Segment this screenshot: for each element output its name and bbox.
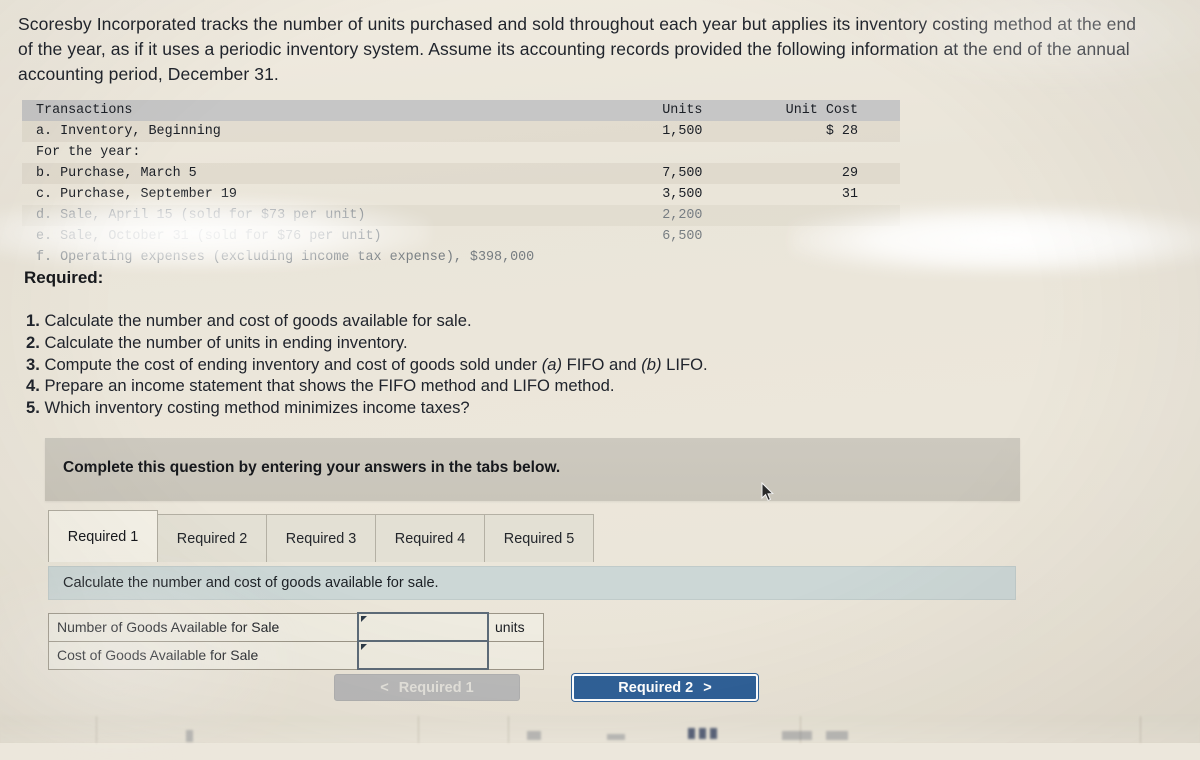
transaction-unit-cost	[750, 247, 900, 268]
table-row: For the year:	[22, 142, 900, 163]
answer-row: Number of Goods Available for Sale units	[48, 612, 544, 642]
answer-table: Number of Goods Available for Sale units C…	[48, 612, 544, 670]
transaction-units	[615, 247, 751, 268]
requirement-tabs: Required 1 Required 2 Required 3 Required 4…	[48, 510, 594, 562]
answer-row-unit: units	[487, 612, 544, 642]
tab-label: Required 3	[285, 530, 357, 547]
tab-required-5[interactable]: Required 5	[484, 514, 594, 562]
tab-label: Required 2	[176, 530, 248, 547]
answer-subheader-text: Calculate the number and cost of goods a…	[63, 575, 439, 591]
required-item-text: Calculate the number of units in ending …	[44, 332, 408, 352]
tab-label: Required 4	[394, 530, 466, 547]
required-item-number: 3.	[26, 354, 40, 374]
required-item: 5. Which inventory costing method minimi…	[26, 397, 806, 419]
previous-requirement-label: Required 1	[398, 679, 474, 696]
required-item: 2. Calculate the number of units in endi…	[26, 332, 806, 354]
table-row: d. Sale, April 15 (sold for $73 per unit…	[22, 205, 900, 226]
answer-input-2[interactable]	[357, 640, 489, 670]
problem-statement: Scoresby Incorporated tracks the number …	[18, 14, 1137, 84]
required-item-number: 2.	[26, 332, 40, 352]
transaction-units: 1,500	[614, 121, 751, 142]
table-row: b. Purchase, March 5 7,500 29	[22, 163, 900, 184]
required-item-number: 5.	[26, 398, 40, 418]
table-row: c. Purchase, September 19 3,500 31	[22, 184, 900, 205]
answer-row-unit	[487, 640, 544, 670]
transaction-label: a. Inventory, Beginning	[22, 121, 615, 142]
transaction-label: For the year:	[36, 145, 141, 160]
tab-required-1[interactable]: Required 1	[48, 510, 158, 562]
transaction-label: f. Operating expenses (excluding income …	[36, 250, 535, 265]
column-header-units: Units	[614, 100, 751, 121]
tab-required-3[interactable]: Required 3	[266, 514, 376, 562]
transaction-unit-cost: 29	[750, 163, 900, 184]
transactions-table: Transactions Units Unit Cost a. Inventor…	[22, 100, 900, 268]
required-list: 1. Calculate the number and cost of good…	[26, 310, 806, 419]
navigation-buttons: < Required 1 Required 2 >	[334, 674, 758, 701]
table-row: a. Inventory, Beginning 1,500 $ 28	[22, 121, 900, 142]
table-header-row: Transactions Units Unit Cost	[22, 100, 900, 121]
answer-subheader: Calculate the number and cost of goods a…	[48, 566, 1016, 600]
tab-required-2[interactable]: Required 2	[157, 514, 267, 562]
chevron-left-icon: <	[380, 679, 389, 696]
transaction-units: 3,500	[662, 187, 703, 202]
tab-required-4[interactable]: Required 4	[375, 514, 485, 562]
transaction-label: d. Sale, April 15 (sold for $73 per unit…	[22, 205, 615, 226]
required-item: 3. Compute the cost of ending inventory …	[26, 354, 806, 376]
blurred-bottom-toolbar	[0, 716, 1200, 743]
required-item-number: 1.	[26, 311, 40, 330]
required-item: 1. Calculate the number and cost of good…	[26, 310, 806, 332]
required-item-text: Calculate the number and cost of goods a…	[44, 311, 472, 330]
next-requirement-label: Required 2	[618, 679, 694, 696]
table-row: f. Operating expenses (excluding income …	[22, 247, 900, 268]
transaction-units	[615, 142, 751, 163]
previous-requirement-button[interactable]: < Required 1	[334, 674, 520, 701]
answer-input-1[interactable]	[357, 612, 489, 642]
transaction-label: c. Purchase, September 19	[36, 187, 237, 202]
answer-row: Cost of Goods Available for Sale	[48, 640, 544, 670]
transaction-unit-cost: $ 28	[750, 121, 900, 142]
transaction-label: e. Sale, October 31 (sold for $76 per un…	[36, 229, 382, 244]
answer-table-body: Number of Goods Available for Sale units C…	[48, 612, 544, 670]
chevron-right-icon: >	[703, 679, 712, 696]
instruction-banner: Complete this question by entering your …	[45, 438, 1020, 501]
tab-label: Required 1	[67, 528, 139, 545]
transaction-unit-cost: 31	[841, 187, 858, 202]
required-item: 4. Prepare an income statement that show…	[26, 375, 806, 397]
transaction-units: 6,500	[662, 229, 703, 244]
screenshot-page: Scoresby Incorporated tracks the number …	[0, 0, 1200, 760]
required-item-text: Compute the cost of ending inventory and…	[44, 354, 708, 374]
transaction-label: b. Purchase, March 5	[22, 163, 615, 184]
column-header-unit-cost: Unit Cost	[750, 100, 900, 121]
transaction-unit-cost	[750, 142, 900, 163]
transaction-units: 2,200	[614, 205, 751, 226]
required-item-number: 4.	[26, 376, 40, 396]
transaction-units: 7,500	[614, 163, 751, 184]
transaction-unit-cost	[750, 205, 900, 226]
required-heading: Required:	[24, 268, 104, 287]
column-header-transactions: Transactions	[22, 100, 615, 121]
tab-label: Required 5	[503, 530, 575, 547]
answer-row-label: Cost of Goods Available for Sale	[48, 640, 359, 670]
next-requirement-button[interactable]: Required 2 >	[572, 674, 758, 701]
answer-row-label: Number of Goods Available for Sale	[48, 612, 359, 642]
transaction-unit-cost	[750, 226, 900, 247]
table-row: e. Sale, October 31 (sold for $76 per un…	[22, 226, 900, 247]
required-item-text: Which inventory costing method minimizes…	[44, 398, 470, 418]
transactions-table-body: a. Inventory, Beginning 1,500 $ 28 For the …	[22, 121, 900, 268]
required-item-text: Prepare an income statement that shows t…	[44, 376, 615, 396]
instruction-banner-text: Complete this question by entering your …	[63, 459, 561, 476]
